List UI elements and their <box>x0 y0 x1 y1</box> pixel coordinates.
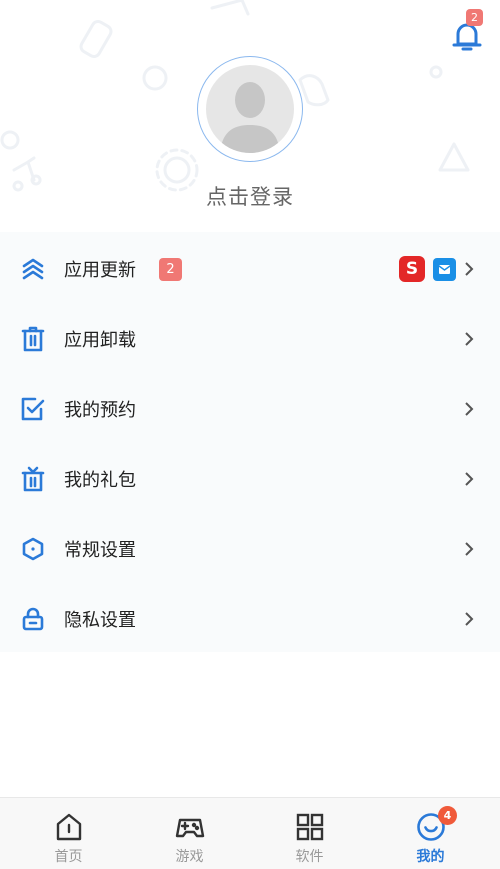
chevron-right-icon <box>465 472 474 486</box>
bottom-tab-bar: 首页 游戏 软件 我的 4 <box>0 797 500 869</box>
tab-label: 软件 <box>295 849 324 865</box>
update-count-badge: 2 <box>159 257 182 281</box>
menu-item-my-reservations[interactable]: 我的预约 <box>0 374 500 444</box>
tab-software[interactable]: 软件 <box>247 798 372 869</box>
login-link[interactable]: 点击登录 <box>0 181 500 211</box>
menu-item-label: 隐私设置 <box>64 610 136 631</box>
tab-label: 游戏 <box>175 849 204 865</box>
menu-item-label: 我的预约 <box>64 400 136 421</box>
menu-item-my-gifts[interactable]: 我的礼包 <box>0 444 500 514</box>
lock-icon <box>20 606 46 632</box>
chevron-right-icon <box>465 332 474 346</box>
avatar-placeholder-icon <box>206 65 294 153</box>
update-arrows-icon <box>20 256 46 282</box>
checkbox-icon <box>20 396 46 422</box>
menu-item-label: 常规设置 <box>64 540 136 561</box>
tab-label: 我的 <box>416 849 445 865</box>
tab-badge: 4 <box>438 806 457 825</box>
chevron-right-icon <box>465 612 474 626</box>
gift-icon <box>20 466 46 492</box>
menu-item-app-uninstall[interactable]: 应用卸载 <box>0 304 500 374</box>
menu-item-label: 应用卸载 <box>64 330 136 351</box>
menu-item-general-settings[interactable]: 常规设置 <box>0 514 500 584</box>
tab-label: 首页 <box>54 849 83 865</box>
app-icon-s: S <box>399 256 425 282</box>
apps-grid-icon <box>296 813 323 841</box>
profile-header: 2 点击登录 <box>0 0 500 232</box>
trash-icon <box>20 326 46 352</box>
settings-shield-icon <box>20 536 46 562</box>
chevron-right-icon <box>465 262 474 276</box>
notification-badge: 2 <box>466 9 483 26</box>
menu-item-label: 我的礼包 <box>64 470 136 491</box>
menu-list: 应用更新 2 S 应用卸载 我的预约 我的礼包 常规设置 隐私设置 <box>0 232 500 652</box>
menu-item-privacy-settings[interactable]: 隐私设置 <box>0 584 500 654</box>
home-icon <box>56 813 81 841</box>
app-icon-blue <box>433 257 456 281</box>
menu-item-label: 应用更新 <box>64 260 136 281</box>
avatar[interactable] <box>197 56 303 162</box>
menu-item-app-update[interactable]: 应用更新 2 S <box>0 234 500 304</box>
tab-games[interactable]: 游戏 <box>127 798 252 869</box>
tab-home[interactable]: 首页 <box>6 798 131 869</box>
chevron-right-icon <box>465 542 474 556</box>
chevron-right-icon <box>465 402 474 416</box>
gamepad-icon <box>175 818 204 838</box>
tab-mine[interactable]: 我的 4 <box>368 798 493 869</box>
